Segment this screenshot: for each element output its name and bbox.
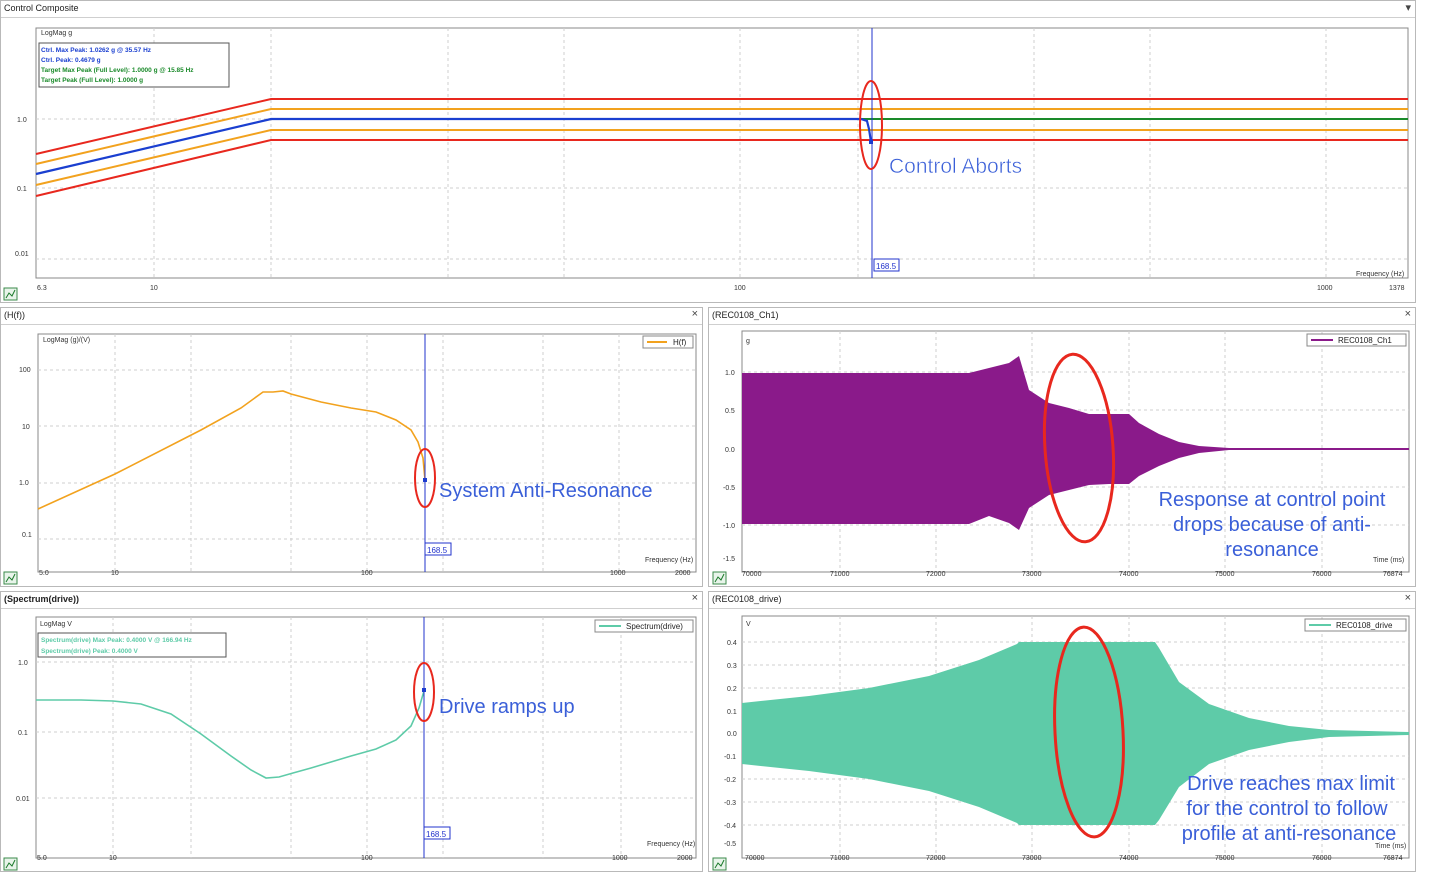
x-tick: 76000 bbox=[1312, 855, 1332, 862]
y-tick: 0.1 bbox=[22, 532, 32, 539]
legend-item: Ctrl. Peak: 0.4679 g bbox=[41, 57, 101, 64]
y-tick: 1.0 bbox=[17, 117, 27, 124]
y-axis-label: LogMag V bbox=[40, 621, 72, 628]
annotation-text: Control Aborts bbox=[889, 155, 1022, 178]
x-axis-label: Frequency (Hz) bbox=[1356, 271, 1404, 278]
annotation-text: for the control to follow bbox=[1186, 798, 1388, 820]
composite-chart[interactable]: LogMag g Frequency (Hz) 1.0 0.1 0.01 6.3… bbox=[1, 1, 1417, 304]
x-tick: 10 bbox=[150, 285, 158, 292]
x-axis-label: Frequency (Hz) bbox=[647, 841, 695, 848]
y-tick: 0.0 bbox=[727, 731, 737, 738]
hf-chart[interactable]: LogMag (g)/(V) Frequency (Hz) 100 10 1.0… bbox=[1, 308, 704, 588]
x-tick: 75000 bbox=[1215, 855, 1235, 862]
x-axis-label: Frequency (Hz) bbox=[645, 557, 693, 564]
y-axis-label: LogMag (g)/(V) bbox=[43, 337, 90, 344]
y-axis-label: g bbox=[746, 338, 750, 345]
y-tick: 1.0 bbox=[19, 480, 29, 487]
x-tick: 70000 bbox=[745, 855, 765, 862]
annotation-text: profile at anti-resonance bbox=[1182, 823, 1397, 845]
x-tick: 71000 bbox=[830, 571, 850, 578]
x-tick: 10 bbox=[109, 855, 117, 862]
hf-panel: (H(f)) × LogMag (g)/(V) Frequency (Hz) 1… bbox=[0, 307, 703, 587]
x-tick: 73000 bbox=[1022, 571, 1042, 578]
y-axis-label: V bbox=[746, 621, 751, 628]
x-tick: 76874 bbox=[1383, 855, 1403, 862]
legend-label: REC0108_drive bbox=[1336, 621, 1393, 630]
x-tick: 2000 bbox=[677, 855, 693, 862]
legend-item: Target Peak (Full Level): 1.0000 g bbox=[41, 77, 143, 84]
y-tick: 1.0 bbox=[18, 660, 28, 667]
info-line: Spectrum(drive) Max Peak: 0.4000 V @ 166… bbox=[41, 637, 193, 644]
x-tick: 5.0 bbox=[37, 855, 47, 862]
y-tick: 0.1 bbox=[18, 730, 28, 737]
x-tick: 73000 bbox=[1022, 855, 1042, 862]
y-tick: 1.0 bbox=[725, 370, 735, 377]
y-tick: 0.01 bbox=[15, 251, 29, 258]
x-tick: 100 bbox=[361, 855, 373, 862]
y-tick: -0.5 bbox=[724, 841, 736, 848]
y-tick: 0.3 bbox=[727, 663, 737, 670]
spectrum-drive-panel: (Spectrum(drive)) × LogMag V Frequency (… bbox=[0, 591, 703, 872]
x-tick: 72000 bbox=[926, 855, 946, 862]
annotation-text: Drive reaches max limit bbox=[1187, 773, 1395, 795]
x-tick: 74000 bbox=[1119, 571, 1139, 578]
cursor-value: 168.5 bbox=[427, 546, 448, 555]
y-tick: 0.2 bbox=[727, 686, 737, 693]
x-tick: 100 bbox=[734, 285, 746, 292]
annotation-text: System Anti-Resonance bbox=[439, 480, 652, 502]
x-tick: 72000 bbox=[926, 571, 946, 578]
y-tick: -1.5 bbox=[723, 556, 735, 563]
x-tick: 74000 bbox=[1119, 855, 1139, 862]
legend-label: Spectrum(drive) bbox=[626, 622, 683, 631]
x-tick: 10 bbox=[111, 570, 119, 577]
legend-label: H(f) bbox=[673, 338, 687, 347]
legend-item: Ctrl. Max Peak: 1.0262 g @ 35.57 Hz bbox=[41, 47, 152, 54]
y-tick: 0.1 bbox=[17, 186, 27, 193]
y-tick: -0.2 bbox=[724, 777, 736, 784]
annotation-text: resonance bbox=[1225, 539, 1318, 561]
y-tick: -0.3 bbox=[724, 800, 736, 807]
y-tick: -0.4 bbox=[724, 823, 736, 830]
x-tick: 70000 bbox=[742, 571, 762, 578]
annotation-text: Drive ramps up bbox=[439, 696, 575, 718]
x-tick: 100 bbox=[361, 570, 373, 577]
info-line: Spectrum(drive) Peak: 0.4000 V bbox=[41, 648, 138, 655]
rec-drive-chart[interactable]: V Time (ms) 0.4 0.3 0.2 0.1 0.0 -0.1 -0.… bbox=[709, 592, 1417, 873]
y-tick: -0.5 bbox=[723, 485, 735, 492]
y-tick: 0.01 bbox=[16, 796, 30, 803]
cursor-value: 168.5 bbox=[426, 830, 447, 839]
y-tick: -1.0 bbox=[723, 523, 735, 530]
x-tick: 1000 bbox=[612, 855, 628, 862]
x-tick: 1000 bbox=[610, 570, 626, 577]
x-tick: 6.3 bbox=[37, 285, 47, 292]
x-tick: 1000 bbox=[1317, 285, 1333, 292]
rec-ch1-chart[interactable]: g Time (ms) 1.0 0.5 0.0 -0.5 -1.0 -1.5 7… bbox=[709, 308, 1417, 588]
legend-label: REC0108_Ch1 bbox=[1338, 336, 1392, 345]
annotation-text: drops because of anti- bbox=[1173, 514, 1371, 536]
x-tick: 76000 bbox=[1312, 571, 1332, 578]
y-tick: 0.4 bbox=[727, 640, 737, 647]
rec-ch1-panel: (REC0108_Ch1) × g Time (ms) 1.0 0.5 0.0 … bbox=[708, 307, 1416, 587]
y-tick: 100 bbox=[19, 367, 31, 374]
x-tick: 76874 bbox=[1383, 571, 1403, 578]
x-tick: 71000 bbox=[830, 855, 850, 862]
y-tick: -0.1 bbox=[724, 754, 736, 761]
spectrum-chart[interactable]: LogMag V Frequency (Hz) 1.0 0.1 0.01 5.0… bbox=[1, 592, 704, 873]
y-tick: 0.1 bbox=[727, 709, 737, 716]
cursor-value: 168.5 bbox=[876, 262, 897, 271]
y-tick: 10 bbox=[22, 424, 30, 431]
annotation-text: Response at control point bbox=[1159, 489, 1386, 511]
rec-drive-panel: (REC0108_drive) × V Time (ms) 0.4 0.3 0.… bbox=[708, 591, 1416, 872]
y-tick: 0.0 bbox=[725, 447, 735, 454]
x-tick: 5.0 bbox=[39, 570, 49, 577]
x-tick: 75000 bbox=[1215, 571, 1235, 578]
y-tick: 0.5 bbox=[725, 408, 735, 415]
control-composite-panel: Control Composite ▾ LogMag g Frequency (… bbox=[0, 0, 1416, 303]
x-tick: 1378 bbox=[1389, 285, 1405, 292]
legend-item: Target Max Peak (Full Level): 1.0000 g @… bbox=[41, 67, 194, 74]
y-axis-label: LogMag g bbox=[41, 30, 72, 37]
x-tick: 2000 bbox=[675, 570, 691, 577]
x-axis-label: Time (ms) bbox=[1373, 557, 1404, 564]
